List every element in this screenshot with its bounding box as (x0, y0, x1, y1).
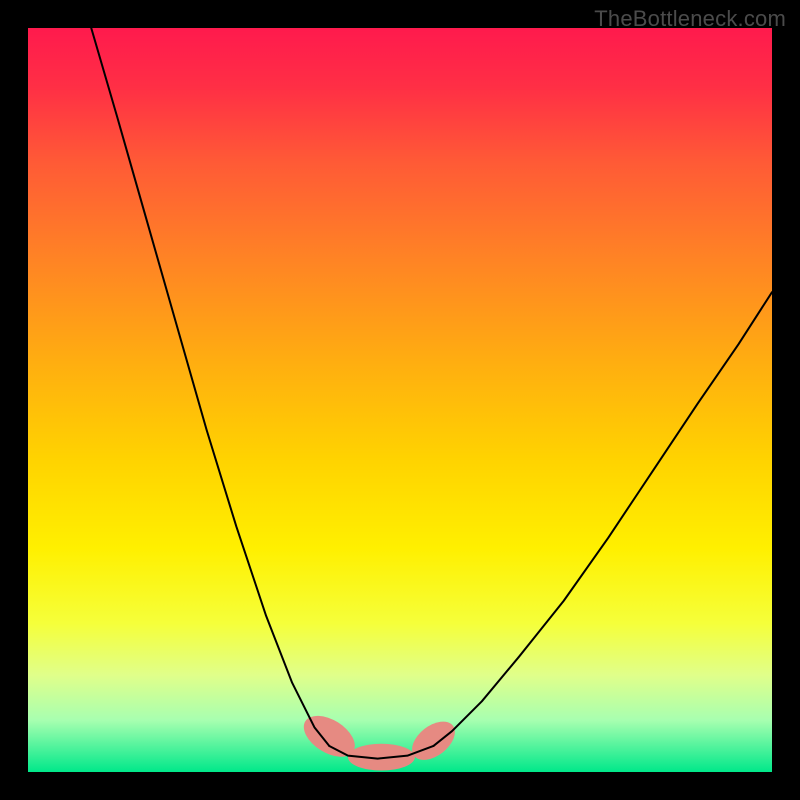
watermark-text: TheBottleneck.com (594, 6, 786, 32)
chart-canvas (28, 28, 772, 772)
plot-area (28, 28, 772, 772)
gradient-background (28, 28, 772, 772)
outer-frame: TheBottleneck.com (0, 0, 800, 800)
